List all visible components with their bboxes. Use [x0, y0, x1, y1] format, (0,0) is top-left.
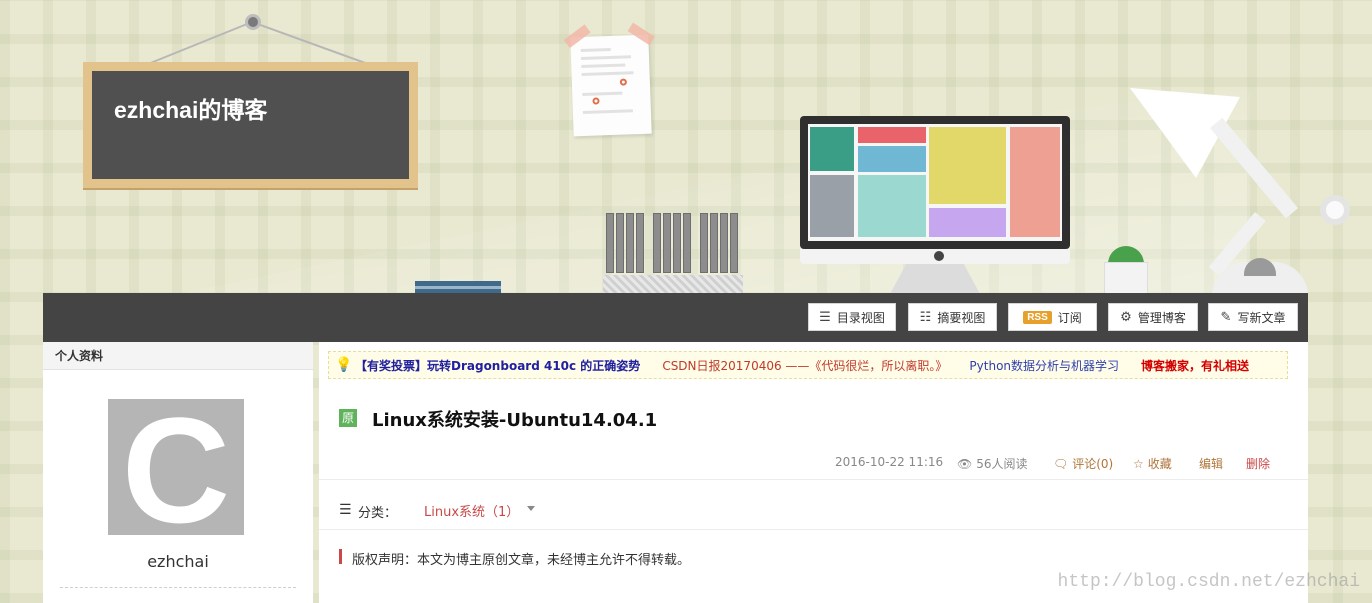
gear-icon: ⚙: [1120, 309, 1132, 325]
star-icon: ☆: [1133, 456, 1144, 471]
manage-blog-label: 管理博客: [1137, 310, 1186, 325]
favorite-link[interactable]: ☆ 收藏: [1133, 455, 1172, 472]
delete-text: 删除: [1246, 457, 1271, 471]
notice-link-python[interactable]: Python数据分析与机器学习: [969, 357, 1119, 374]
rss-icon: RSS: [1023, 310, 1052, 324]
plant-pot: [1104, 262, 1148, 294]
avatar[interactable]: C: [108, 399, 244, 535]
desk-lamp-joint: [1320, 195, 1350, 225]
server-rack-illustration: [603, 213, 743, 295]
comments-text: 评论(0): [1072, 457, 1114, 471]
list-icon: ☰: [339, 502, 352, 518]
original-badge: 原: [339, 409, 357, 427]
blog-title-chalkboard: ezhchai的博客: [83, 62, 418, 188]
category-dropdown[interactable]: Linux系统（1）: [424, 501, 519, 520]
books-illustration: [415, 281, 501, 293]
blog-title[interactable]: ezhchai的博客: [114, 91, 267, 125]
article-panel: 💡 【有奖投票】玩转Dragonboard 410c 的正确姿势 CSDN日报2…: [319, 342, 1308, 603]
comments-link[interactable]: 🗨 评论(0): [1053, 455, 1113, 472]
avatar-letter: C: [121, 399, 231, 535]
read-count-text: 56人阅读: [976, 457, 1028, 471]
favorite-text: 收藏: [1147, 457, 1172, 471]
notice-link-vote[interactable]: 【有奖投票】玩转Dragonboard 410c 的正确姿势: [355, 357, 640, 374]
monitor-power-dot: [934, 251, 944, 261]
notice-bar: 💡 【有奖投票】玩转Dragonboard 410c 的正确姿势 CSDN日报2…: [328, 351, 1288, 379]
category-label: 分类：: [358, 506, 398, 521]
profile-section-title: 个人资料: [43, 342, 313, 370]
username[interactable]: ezhchai: [43, 552, 313, 571]
blog-toolbar: ☰ 目录视图 ☷ 摘要视图 RSS 订阅 ⚙ 管理博客 ✎ 写新文章: [43, 293, 1308, 342]
summary-view-label: 摘要视图: [937, 310, 986, 325]
edit-text: 编辑: [1199, 457, 1224, 471]
eye-icon: 👁: [957, 456, 973, 471]
subscribe-label: 订阅: [1057, 310, 1082, 325]
notice-link-daily[interactable]: CSDN日报20170406 ——《代码很烂，所以离职。》: [662, 357, 947, 374]
divider: [319, 479, 1308, 480]
manage-blog-button[interactable]: ⚙ 管理博客: [1108, 303, 1198, 331]
divider: [319, 529, 1308, 530]
chevron-down-icon[interactable]: [527, 506, 535, 511]
directory-view-label: 目录视图: [836, 310, 885, 325]
read-count: 👁 56人阅读: [957, 455, 1028, 472]
copyright-notice: 版权声明：本文为博主原创文章，未经博主允许不得转载。: [352, 553, 691, 568]
copyright-marker: [339, 549, 342, 564]
pinned-note-illustration: [563, 22, 655, 137]
list-icon: ☰: [819, 309, 831, 325]
write-article-button[interactable]: ✎ 写新文章: [1208, 303, 1298, 331]
article-title[interactable]: Linux系统安装-Ubuntu14.04.1: [372, 406, 657, 432]
profile-sidebar: 个人资料 C ezhchai: [43, 342, 313, 603]
delete-link[interactable]: 删除: [1246, 455, 1270, 472]
comment-icon: 🗨: [1053, 456, 1069, 471]
divider: [60, 587, 296, 588]
nail-icon: [245, 14, 261, 30]
watermark: http://blog.csdn.net/ezhchai: [1057, 572, 1360, 592]
directory-view-button[interactable]: ☰ 目录视图: [808, 303, 896, 331]
summary-list-icon: ☷: [919, 309, 932, 325]
write-article-label: 写新文章: [1237, 310, 1286, 325]
rss-subscribe-button[interactable]: RSS 订阅: [1008, 303, 1097, 331]
article-date-text: 2016-10-22 11:16: [835, 455, 944, 469]
lightbulb-icon: 💡: [335, 357, 353, 373]
article-date: 2016-10-22 11:16: [835, 455, 943, 469]
desk-lamp-knob: [1244, 258, 1276, 276]
summary-view-button[interactable]: ☷ 摘要视图: [908, 303, 997, 331]
edit-link[interactable]: 编辑: [1199, 455, 1223, 472]
edit-icon: ✎: [1220, 309, 1232, 325]
board-hanging-string: [147, 21, 369, 65]
monitor-illustration: [800, 116, 1070, 249]
notice-link-migration[interactable]: 博客搬家，有礼相送: [1141, 357, 1249, 374]
